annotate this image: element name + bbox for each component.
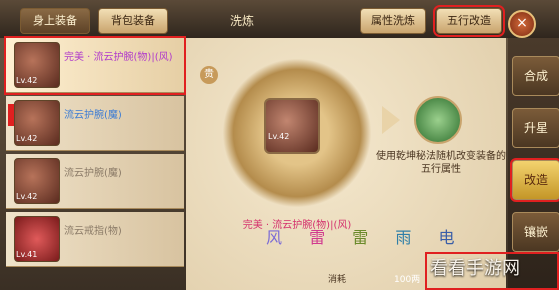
sidebar-item-star[interactable]: 升星 <box>512 108 559 148</box>
element-wind: 风 <box>266 228 283 247</box>
top-bar: 身上装备 背包装备 洗炼 属性洗炼 五行改造 × <box>0 0 559 38</box>
item-level: Lv.42 <box>16 76 38 85</box>
element-thunder-2: 雷 <box>352 228 369 247</box>
list-item[interactable]: Lv.42 流云护腕(魔) <box>6 96 184 151</box>
sidebar-item-inlay[interactable]: 镶嵌 <box>512 212 559 252</box>
sidebar-item-reform[interactable]: 改造 <box>510 158 559 202</box>
tab-five-elements[interactable]: 五行改造 <box>433 5 505 37</box>
page-title: 洗炼 <box>230 14 255 28</box>
tab-attr-refine[interactable]: 属性洗炼 <box>360 8 426 34</box>
element-thunder: 雷 <box>309 228 326 247</box>
item-name: 流云戒指(物) <box>64 226 122 237</box>
cost-label: 消耗 <box>328 275 347 285</box>
close-icon[interactable]: × <box>508 10 536 38</box>
item-level: Lv.42 <box>16 134 38 143</box>
selected-item-level: Lv.42 <box>268 132 290 141</box>
cost-value: 100两 <box>394 275 421 285</box>
equipment-list: Lv.42 完美 · 流云护腕(物)|(风) Lv.42 流云护腕(魔) Lv.… <box>4 36 186 290</box>
item-level: Lv.41 <box>16 250 38 259</box>
five-element-row: 风 雷 雷 雨 电 <box>266 224 476 248</box>
watermark: 看看手游网 <box>430 258 520 279</box>
tab-equipped[interactable]: 身上装备 <box>20 8 90 34</box>
refine-hint: 使用乾坤秘法随机改变装备的五行属性 <box>376 151 506 175</box>
item-name: 流云护腕(魔) <box>64 168 122 179</box>
element-rain: 雨 <box>395 228 412 247</box>
list-item[interactable]: Lv.42 流云护腕(魔) <box>6 154 184 209</box>
arrow-right-icon <box>382 106 400 134</box>
list-item[interactable]: Lv.41 流云戒指(物) <box>6 212 184 267</box>
item-level: Lv.42 <box>16 192 38 201</box>
qiankun-orb-icon <box>414 96 462 144</box>
list-item[interactable]: Lv.42 完美 · 流云护腕(物)|(风) <box>4 36 186 95</box>
quality-badge: 贵 <box>200 66 218 84</box>
element-lightning: 电 <box>438 228 455 247</box>
selected-item-slot[interactable] <box>264 98 320 154</box>
game-screen: 身上装备 背包装备 洗炼 属性洗炼 五行改造 × Lv.42 完美 · 流云护腕… <box>0 0 559 290</box>
item-name: 完美 · 流云护腕(物)|(风) <box>64 52 173 63</box>
item-name: 流云护腕(魔) <box>64 110 122 121</box>
tab-bag[interactable]: 背包装备 <box>98 8 168 34</box>
sidebar-item-synthesize[interactable]: 合成 <box>512 56 559 96</box>
